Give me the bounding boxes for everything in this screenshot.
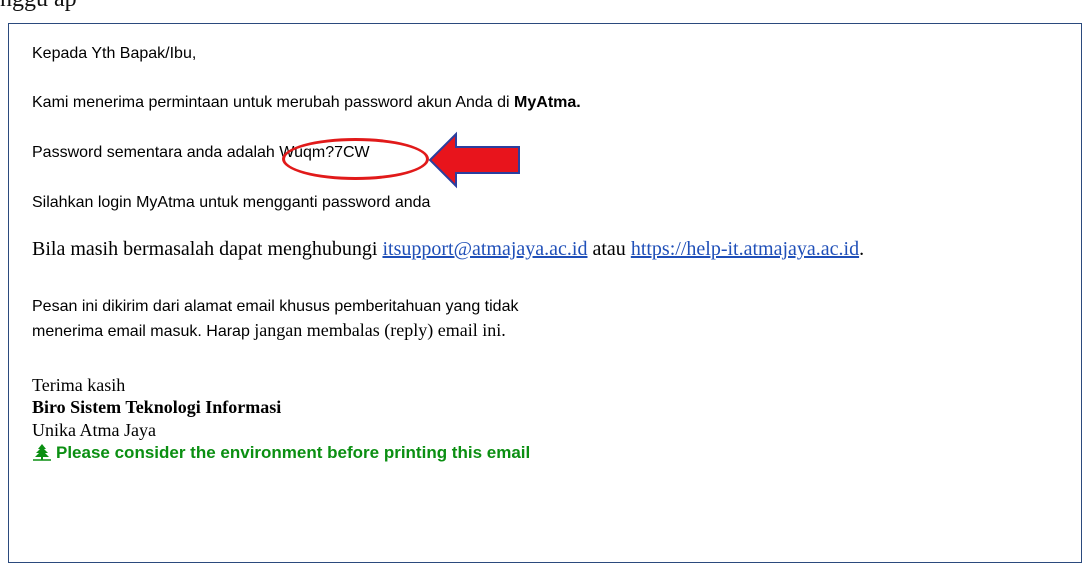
email-greeting: Kepada Yth Bapak/Ibu, xyxy=(32,45,197,62)
previous-page-text-fragment: nggu ap xyxy=(0,0,77,13)
notice-line-2-sans-part: menerima email masuk. Harap xyxy=(32,323,255,340)
recycle-tree-icon xyxy=(32,443,52,466)
eco-print-notice: Please consider the environment before p… xyxy=(32,443,530,466)
help-site-link[interactable]: https://help-it.atmajaya.ac.id xyxy=(631,238,859,260)
app-name: MyAtma. xyxy=(514,94,581,111)
email-screenshot-frame: Kepada Yth Bapak/Ibu, Kami menerima perm… xyxy=(8,23,1082,563)
password-highlight-oval xyxy=(282,138,429,180)
help-line-period: . xyxy=(859,238,865,260)
email-login-instruction: Silahkan login MyAtma untuk mengganti pa… xyxy=(32,194,431,211)
eco-notice-text: Please consider the environment before p… xyxy=(56,443,531,462)
support-email-link[interactable]: itsupport@atmajaya.ac.id xyxy=(382,238,587,260)
red-pointer-arrow-icon xyxy=(428,131,520,189)
signature-department: Biro Sistem Teknologi Informasi xyxy=(32,397,282,417)
email-help-line: Bila masih bermasalah dapat menghubungi … xyxy=(32,238,864,261)
help-line-text: Bila masih bermasalah dapat menghubungi xyxy=(32,238,383,260)
email-notice-line-1: Pesan ini dikirim dari alamat email khus… xyxy=(32,298,519,315)
password-line-text: Password sementara anda adalah xyxy=(32,144,280,161)
email-request-line: Kami menerima permintaan untuk merubah p… xyxy=(32,94,581,112)
help-line-connector: atau xyxy=(587,238,631,260)
email-notice-line-2: menerima email masuk. Harap jangan memba… xyxy=(32,320,506,341)
request-line-text: Kami menerima permintaan untuk merubah p… xyxy=(32,94,515,111)
notice-line-2-serif-part: jangan membalas (reply) email ini. xyxy=(254,320,506,340)
signature-institution: Unika Atma Jaya xyxy=(32,420,156,440)
signature-thanks: Terima kasih xyxy=(32,375,126,395)
